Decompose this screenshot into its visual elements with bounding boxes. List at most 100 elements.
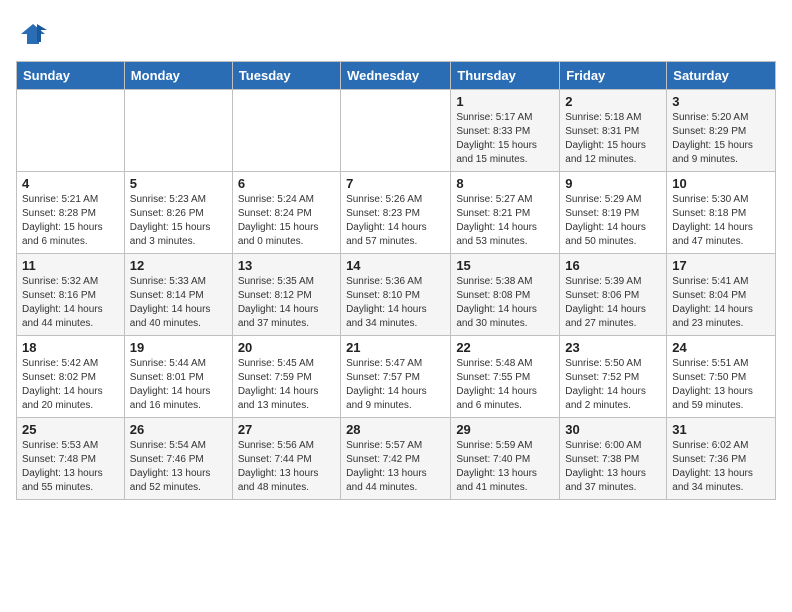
cell-content: Sunrise: 5:38 AMSunset: 8:08 PMDaylight:… [456, 275, 554, 331]
cell-content: Sunrise: 5:45 AMSunset: 7:59 PMDaylight:… [238, 357, 335, 413]
day-header-friday: Friday [560, 62, 667, 90]
calendar-cell: 9 Sunrise: 5:29 AMSunset: 8:19 PMDaylight… [560, 172, 667, 254]
calendar-table: SundayMondayTuesdayWednesdayThursdayFrid… [16, 61, 776, 500]
week-row-2: 4Sunrise: 5:21 AMSunset: 8:28 PMDaylight… [17, 172, 776, 254]
cell-content: Sunrise: 5:32 AMSunset: 8:16 PMDaylight:… [22, 275, 119, 331]
cell-content: Sunrise: 5:41 AMSunset: 8:04 PMDaylight:… [672, 275, 770, 331]
day-number: 18 [22, 340, 119, 355]
calendar-cell: 16Sunrise: 5:39 AMSunset: 8:06 PMDayligh… [560, 254, 667, 336]
calendar-cell: 18Sunrise: 5:42 AMSunset: 8:02 PMDayligh… [17, 336, 125, 418]
day-number: 21 [346, 340, 445, 355]
cell-content: Sunrise: 5:36 AMSunset: 8:10 PMDaylight:… [346, 275, 445, 331]
calendar-cell [341, 90, 451, 172]
calendar-cell: 24 Sunrise: 5:51 AMSunset: 7:50 PMDayligh… [667, 336, 776, 418]
week-row-5: 25 Sunrise: 5:53 AMSunset: 7:48 PMDayligh… [17, 418, 776, 500]
calendar-cell: 23 Sunrise: 5:50 AMSunset: 7:52 PMDayligh… [560, 336, 667, 418]
day-number: 1 [456, 94, 554, 109]
day-header-wednesday: Wednesday [341, 62, 451, 90]
calendar-cell: 13 Sunrise: 5:35 AMSunset: 8:12 PMDayligh… [232, 254, 340, 336]
cell-content: Sunrise: 5:23 AMSunset: 8:26 PMDaylight:… [130, 193, 227, 249]
calendar-cell: 28 Sunrise: 5:57 AMSunset: 7:42 PMDayligh… [341, 418, 451, 500]
day-number: 29 [456, 422, 554, 437]
cell-content: Sunrise: 5:51 AMSunset: 7:50 PMDaylight:… [672, 357, 770, 413]
calendar-cell [232, 90, 340, 172]
day-number: 3 [672, 94, 770, 109]
day-header-saturday: Saturday [667, 62, 776, 90]
calendar-cell: 21 Sunrise: 5:47 AMSunset: 7:57 PMDayligh… [341, 336, 451, 418]
calendar-cell: 26 Sunrise: 5:54 AMSunset: 7:46 PMDayligh… [124, 418, 232, 500]
week-row-4: 18Sunrise: 5:42 AMSunset: 8:02 PMDayligh… [17, 336, 776, 418]
calendar-cell: 4Sunrise: 5:21 AMSunset: 8:28 PMDaylight… [17, 172, 125, 254]
day-number: 6 [238, 176, 335, 191]
calendar-cell: 14 Sunrise: 5:36 AMSunset: 8:10 PMDayligh… [341, 254, 451, 336]
cell-content: Sunrise: 6:02 AMSunset: 7:36 PMDaylight:… [672, 439, 770, 495]
day-number: 22 [456, 340, 554, 355]
calendar-cell: 11 Sunrise: 5:32 AMSunset: 8:16 PMDayligh… [17, 254, 125, 336]
cell-content: Sunrise: 5:54 AMSunset: 7:46 PMDaylight:… [130, 439, 227, 495]
day-number: 26 [130, 422, 227, 437]
day-number: 25 [22, 422, 119, 437]
day-number: 30 [565, 422, 661, 437]
cell-content: Sunrise: 5:57 AMSunset: 7:42 PMDaylight:… [346, 439, 445, 495]
day-number: 2 [565, 94, 661, 109]
cell-content: Sunrise: 5:33 AMSunset: 8:14 PMDaylight:… [130, 275, 227, 331]
calendar-cell: 31 Sunrise: 6:02 AMSunset: 7:36 PMDayligh… [667, 418, 776, 500]
day-number: 24 [672, 340, 770, 355]
day-number: 11 [22, 258, 119, 273]
week-row-3: 11 Sunrise: 5:32 AMSunset: 8:16 PMDayligh… [17, 254, 776, 336]
day-number: 14 [346, 258, 445, 273]
cell-content: Sunrise: 5:18 AMSunset: 8:31 PMDaylight:… [565, 111, 661, 167]
calendar-cell: 15 Sunrise: 5:38 AMSunset: 8:08 PMDayligh… [451, 254, 560, 336]
cell-content: Sunrise: 5:20 AMSunset: 8:29 PMDaylight:… [672, 111, 770, 167]
cell-content: Sunrise: 5:35 AMSunset: 8:12 PMDaylight:… [238, 275, 335, 331]
day-number: 28 [346, 422, 445, 437]
logo-icon [19, 20, 47, 48]
logo [16, 20, 47, 53]
cell-content: Sunrise: 5:30 AMSunset: 8:18 PMDaylight:… [672, 193, 770, 249]
calendar-cell: 10 Sunrise: 5:30 AMSunset: 8:18 PMDayligh… [667, 172, 776, 254]
day-number: 27 [238, 422, 335, 437]
calendar-cell: 8Sunrise: 5:27 AMSunset: 8:21 PMDaylight… [451, 172, 560, 254]
day-number: 23 [565, 340, 661, 355]
cell-content: Sunrise: 5:53 AMSunset: 7:48 PMDaylight:… [22, 439, 119, 495]
calendar-cell: 17 Sunrise: 5:41 AMSunset: 8:04 PMDayligh… [667, 254, 776, 336]
day-number: 19 [130, 340, 227, 355]
calendar-cell: 27 Sunrise: 5:56 AMSunset: 7:44 PMDayligh… [232, 418, 340, 500]
cell-content: Sunrise: 5:56 AMSunset: 7:44 PMDaylight:… [238, 439, 335, 495]
cell-content: Sunrise: 5:48 AMSunset: 7:55 PMDaylight:… [456, 357, 554, 413]
cell-content: Sunrise: 5:59 AMSunset: 7:40 PMDaylight:… [456, 439, 554, 495]
calendar-cell: 29 Sunrise: 5:59 AMSunset: 7:40 PMDayligh… [451, 418, 560, 500]
day-number: 31 [672, 422, 770, 437]
cell-content: Sunrise: 5:47 AMSunset: 7:57 PMDaylight:… [346, 357, 445, 413]
calendar-cell: 1 Sunrise: 5:17 AMSunset: 8:33 PMDaylight… [451, 90, 560, 172]
calendar-cell: 12 Sunrise: 5:33 AMSunset: 8:14 PMDayligh… [124, 254, 232, 336]
cell-content: Sunrise: 5:17 AMSunset: 8:33 PMDaylight:… [456, 111, 554, 167]
cell-content: Sunrise: 5:21 AMSunset: 8:28 PMDaylight:… [22, 193, 119, 249]
cell-content: Sunrise: 5:44 AMSunset: 8:01 PMDaylight:… [130, 357, 227, 413]
cell-content: Sunrise: 5:24 AMSunset: 8:24 PMDaylight:… [238, 193, 335, 249]
cell-content: Sunrise: 5:26 AMSunset: 8:23 PMDaylight:… [346, 193, 445, 249]
day-number: 7 [346, 176, 445, 191]
day-number: 13 [238, 258, 335, 273]
day-number: 16 [565, 258, 661, 273]
day-number: 20 [238, 340, 335, 355]
calendar-cell: 2 Sunrise: 5:18 AMSunset: 8:31 PMDaylight… [560, 90, 667, 172]
calendar-cell: 20 Sunrise: 5:45 AMSunset: 7:59 PMDayligh… [232, 336, 340, 418]
day-number: 17 [672, 258, 770, 273]
calendar-cell: 25 Sunrise: 5:53 AMSunset: 7:48 PMDayligh… [17, 418, 125, 500]
day-number: 9 [565, 176, 661, 191]
calendar-cell: 6 Sunrise: 5:24 AMSunset: 8:24 PMDaylight… [232, 172, 340, 254]
calendar-cell: 22 Sunrise: 5:48 AMSunset: 7:55 PMDayligh… [451, 336, 560, 418]
calendar-cell [124, 90, 232, 172]
day-number: 10 [672, 176, 770, 191]
calendar-cell: 7 Sunrise: 5:26 AMSunset: 8:23 PMDaylight… [341, 172, 451, 254]
day-number: 5 [130, 176, 227, 191]
day-header-row: SundayMondayTuesdayWednesdayThursdayFrid… [17, 62, 776, 90]
day-header-tuesday: Tuesday [232, 62, 340, 90]
day-number: 15 [456, 258, 554, 273]
cell-content: Sunrise: 5:27 AMSunset: 8:21 PMDaylight:… [456, 193, 554, 249]
day-number: 12 [130, 258, 227, 273]
cell-content: Sunrise: 5:29 AMSunset: 8:19 PMDaylight:… [565, 193, 661, 249]
calendar-cell: 30Sunrise: 6:00 AMSunset: 7:38 PMDayligh… [560, 418, 667, 500]
cell-content: Sunrise: 5:50 AMSunset: 7:52 PMDaylight:… [565, 357, 661, 413]
